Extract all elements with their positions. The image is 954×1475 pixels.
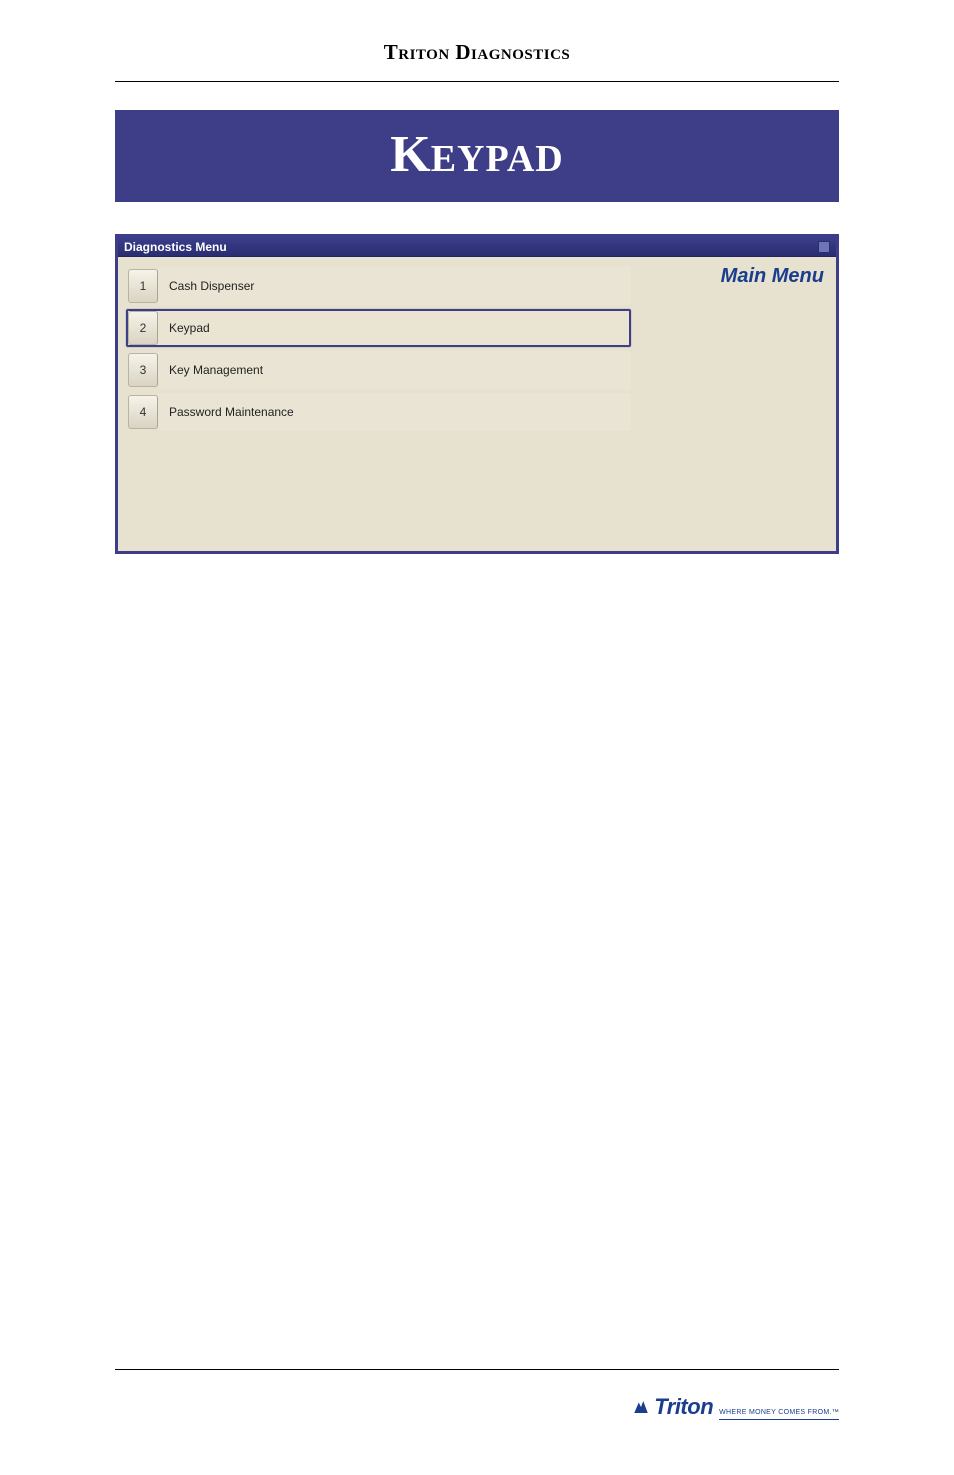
brand-tagline: WHERE MONEY COMES FROM.™ [719, 1409, 839, 1420]
menu-item-key-management[interactable]: 3 Key Management [126, 351, 631, 389]
section-banner: KEYPAD [115, 110, 839, 202]
menu-num-4[interactable]: 4 [128, 395, 158, 429]
menu-item-cash-dispenser[interactable]: 1 Cash Dispenser [126, 267, 631, 305]
banner-text: KEYPAD [390, 158, 564, 175]
brand-name: Triton [654, 1394, 713, 1420]
brand-logo-icon [632, 1398, 650, 1416]
footer-rule [115, 1369, 839, 1370]
menu-num-3[interactable]: 3 [128, 353, 158, 387]
diagnostics-window: Diagnostics Menu 1 Cash Dispenser 2 Keyp… [115, 234, 839, 554]
right-column: Main Menu [666, 257, 836, 551]
menu-label-key-management: Key Management [158, 351, 631, 389]
document-page: Triton Diagnostics KEYPAD Diagnostics Me… [0, 0, 954, 1475]
doc-header: Triton Diagnostics [115, 40, 839, 82]
menu-item-password-maintenance[interactable]: 4 Password Maintenance [126, 393, 631, 431]
window-body: 1 Cash Dispenser 2 Keypad 3 Key Manageme… [118, 257, 836, 551]
banner-rest: EYPAD [431, 138, 564, 180]
menu-label-cash-dispenser: Cash Dispenser [158, 267, 631, 305]
titlebar-button[interactable] [818, 241, 830, 253]
menu-num-2[interactable]: 2 [128, 311, 158, 345]
menu-item-keypad[interactable]: 2 Keypad [126, 309, 631, 347]
menu-num-1[interactable]: 1 [128, 269, 158, 303]
banner-cap: K [390, 126, 430, 183]
main-menu-label[interactable]: Main Menu [670, 265, 824, 288]
window-titlebar: Diagnostics Menu [118, 237, 836, 257]
window-title: Diagnostics Menu [124, 240, 227, 254]
menu-label-password-maintenance: Password Maintenance [158, 393, 631, 431]
menu-label-keypad: Keypad [158, 311, 629, 345]
menu-list: 1 Cash Dispenser 2 Keypad 3 Key Manageme… [118, 257, 666, 551]
brand-footer: Triton WHERE MONEY COMES FROM.™ [632, 1394, 839, 1420]
